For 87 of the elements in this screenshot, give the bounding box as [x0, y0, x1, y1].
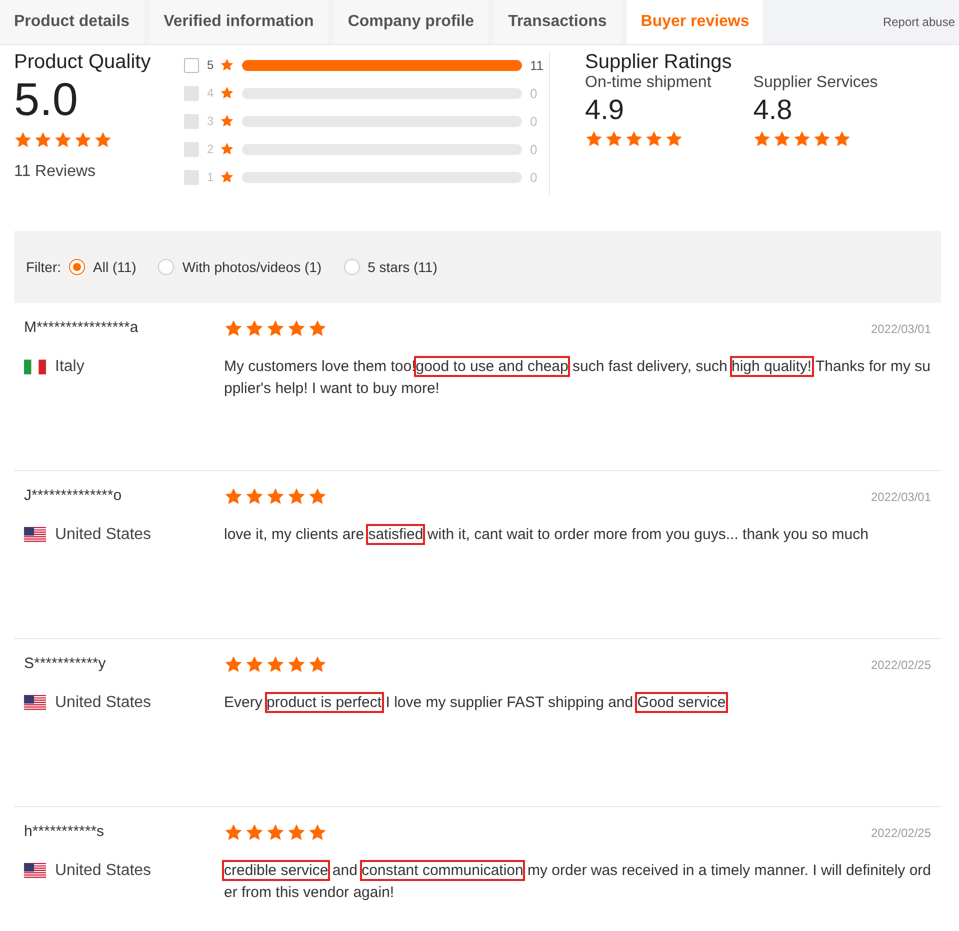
star-icon: [266, 319, 285, 338]
review-date: 2022/02/25: [870, 826, 931, 840]
star-icon: [224, 823, 243, 842]
star-icon: [266, 823, 285, 842]
star-level: 1: [207, 170, 215, 184]
country-name: United States: [55, 862, 152, 880]
star-icon: [308, 823, 327, 842]
filter-option[interactable]: All (11): [69, 259, 136, 275]
star-icon: [813, 130, 832, 148]
rating-count: 0: [530, 170, 538, 184]
star-icon: [266, 487, 285, 506]
review-text: love it, my clients are satisfied with it, cant wait to order more from you guys... thank you so much: [224, 525, 870, 545]
star-icon: [54, 130, 72, 149]
star-icon: [34, 130, 52, 149]
star-icon: [220, 142, 234, 156]
star-icon: [14, 130, 32, 149]
checkbox[interactable]: [184, 58, 199, 72]
rating-count: 0: [530, 142, 538, 156]
star-icon: [245, 319, 264, 338]
rating-label: On-time shipment: [585, 74, 712, 92]
star-icon: [287, 319, 306, 338]
star-icon: [266, 655, 285, 674]
filter-option[interactable]: With photos/videos (1): [158, 259, 322, 275]
star-icon: [94, 130, 112, 149]
star-icon: [245, 823, 264, 842]
score: 4.9: [585, 94, 625, 126]
tab[interactable]: Verified information: [150, 0, 328, 44]
star-icon: [224, 319, 243, 338]
country-name: United States: [55, 526, 152, 544]
reviewer-name: S***********y: [24, 655, 107, 672]
tab[interactable]: Company profile: [334, 0, 488, 44]
flag-icon: [24, 863, 46, 879]
star-icon: [665, 130, 683, 148]
star-icon: [308, 319, 327, 338]
star-icon: [245, 487, 264, 506]
review-count: 11 Reviews: [14, 162, 97, 181]
rating-label: Supplier Services: [753, 74, 878, 92]
star-icon: [753, 130, 772, 148]
reviewer-name: h***********s: [24, 823, 106, 840]
star-icon: [773, 130, 792, 148]
star-icon: [308, 655, 327, 674]
star-icon: [74, 130, 92, 149]
section-title: Supplier Ratings: [585, 51, 733, 74]
review-date: 2022/02/25: [870, 658, 931, 672]
star-icon: [585, 130, 603, 148]
star-level: 3: [207, 114, 215, 128]
star-icon: [220, 170, 234, 184]
star-icon: [833, 130, 852, 148]
rating-count: 0: [530, 114, 538, 128]
star-icon: [287, 655, 306, 674]
reviewer-name: M****************a: [24, 319, 140, 336]
tab[interactable]: Product details: [0, 0, 144, 44]
flag-icon: [24, 695, 46, 711]
tab[interactable]: Transactions: [494, 0, 621, 44]
country-name: United States: [55, 694, 152, 712]
star-level: 5: [207, 58, 215, 72]
flag-icon: [24, 359, 46, 375]
report-abuse-link[interactable]: Report abuse: [882, 15, 959, 29]
score: 5.0: [14, 74, 79, 125]
flag-icon: [24, 527, 46, 543]
reviewer-name: J**************o: [24, 487, 123, 504]
filter-option[interactable]: 5 stars (11): [344, 259, 438, 275]
star-icon: [245, 655, 264, 674]
section-title: Product Quality: [14, 51, 152, 74]
star-icon: [287, 823, 306, 842]
star-icon: [605, 130, 623, 148]
score: 4.8: [753, 94, 794, 126]
review-date: 2022/03/01: [870, 490, 931, 504]
country-name: Italy: [55, 358, 84, 376]
star-icon: [793, 130, 812, 148]
rating-count: 11: [530, 58, 544, 72]
star-icon: [287, 487, 306, 506]
rating-count: 0: [530, 86, 538, 100]
star-icon: [625, 130, 643, 148]
review-text: Every product is perfect I love my supplier FAST shipping and Good service: [224, 693, 727, 713]
star-icon: [220, 114, 234, 128]
star-level: 2: [207, 142, 215, 156]
star-icon: [308, 487, 327, 506]
star-icon: [220, 86, 234, 100]
star-icon: [224, 655, 243, 674]
review-date: 2022/03/01: [870, 322, 931, 336]
star-level: 4: [207, 86, 215, 100]
star-icon: [220, 58, 234, 72]
filter-label: Filter:: [26, 259, 61, 275]
star-icon: [224, 487, 243, 506]
review-text: credible service and constant communication my order was received in a timely manner. I will definitely order from this vendor again!: [224, 861, 931, 903]
star-icon: [645, 130, 663, 148]
